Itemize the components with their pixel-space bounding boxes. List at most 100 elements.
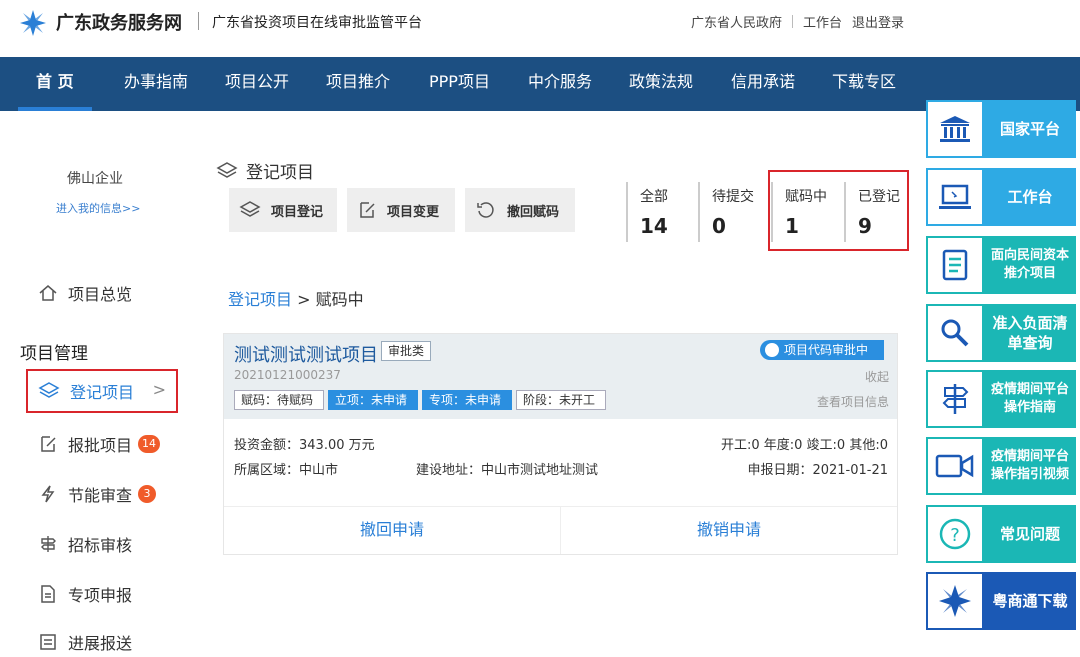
document-list-icon: [942, 249, 968, 281]
nav-project-promotion[interactable]: 项目推介: [326, 57, 390, 111]
card-actions: 撤回申请 撤销申请: [224, 506, 897, 554]
panel-epidemic-guide[interactable]: 疫情期间平台操作指南: [926, 370, 1076, 428]
app-logo-icon: [939, 585, 971, 617]
stat-label: 待提交: [712, 189, 754, 205]
list-icon: [40, 634, 56, 650]
construction-counts: 开工:0 年度:0 竣工:0 其他:0: [720, 438, 888, 453]
panel-label: 疫情期间平台操作指南: [990, 382, 1069, 415]
link-provincial-government[interactable]: 广东省人民政府: [691, 12, 782, 31]
count-badge: 14: [138, 435, 161, 453]
nav-policy[interactable]: 政策法规: [629, 57, 693, 111]
sidebar-item-progress[interactable]: 进展报送: [38, 627, 132, 657]
nav-guide[interactable]: 办事指南: [124, 57, 188, 111]
my-info-link[interactable]: 进入我的信息>>: [56, 200, 140, 216]
panel-negative-list[interactable]: 准入负面清单查询: [926, 304, 1076, 362]
chevron-right-icon: >: [152, 380, 166, 399]
count-badge: 3: [138, 485, 157, 503]
home-icon: [39, 285, 57, 301]
view-project-info-link[interactable]: 查看项目信息: [817, 393, 889, 410]
report-date: 申报日期：2021-01-21: [747, 463, 888, 478]
sidebar-item-bidding[interactable]: 招标审核: [38, 529, 132, 559]
nav-intermediary[interactable]: 中介服务: [528, 57, 592, 111]
brand-divider: [198, 12, 199, 30]
chip-coding: 赋码：待赋码: [234, 390, 325, 410]
withdraw-code-button[interactable]: 撤回赋码: [465, 188, 575, 232]
project-name[interactable]: 测试测试测试项目: [234, 341, 378, 367]
sidebar-item-label: 登记项目: [70, 383, 135, 402]
stat-value: 0: [712, 214, 726, 238]
investment-amount: 投资金额：343.00 万元: [234, 438, 375, 453]
breadcrumb-link[interactable]: 登记项目: [228, 290, 292, 309]
question-icon: ?: [939, 518, 971, 550]
link-logout[interactable]: 退出登录: [852, 12, 904, 31]
panel-private-capital[interactable]: 面向民间资本推介项目: [926, 236, 1076, 294]
register-project-button[interactable]: 项目登记: [229, 188, 337, 232]
category-tag: 审批类: [381, 341, 432, 361]
nav-project-public[interactable]: 项目公开: [225, 57, 289, 111]
stat-pending[interactable]: 待提交 0: [698, 182, 768, 242]
sidebar-item-label: 招标审核: [68, 536, 133, 555]
panel-app-download[interactable]: 粤商通下载: [926, 572, 1076, 630]
main-nav: 首 页 办事指南 项目公开 项目推介 PPP项目 中介服务 政策法规 信用承诺 …: [0, 57, 1080, 111]
chip-special: 专项：未申请: [422, 390, 513, 410]
breadcrumb-current: > 赋码中: [292, 290, 364, 309]
sidebar-item-register[interactable]: 登记项目 >: [26, 369, 178, 413]
chip-stage: 阶段：未开工: [516, 390, 607, 410]
laptop-icon: [939, 184, 971, 209]
sidebar-item-special[interactable]: 专项申报: [38, 579, 132, 609]
page-title: 登记项目: [216, 158, 314, 183]
button-label: 项目登记: [271, 204, 324, 220]
platform-title: 广东省投资项目在线审批监管平台: [212, 15, 422, 31]
project-region: 所属区域：中山市: [234, 463, 339, 478]
withdraw-application-button[interactable]: 撤回申请: [224, 507, 560, 554]
sidebar-item-label: 项目总览: [68, 285, 133, 304]
status-chips: 赋码：待赋码 立项：未申请 专项：未申请 阶段：未开工: [234, 390, 607, 410]
page-title-text: 登记项目: [246, 163, 314, 183]
government-building-icon: [940, 116, 970, 142]
video-camera-icon: [935, 454, 974, 478]
brand-title[interactable]: 广东政务服务网: [56, 9, 182, 35]
layers-icon: [216, 161, 238, 178]
top-links: 广东省人民政府 工作台 退出登录: [691, 12, 904, 31]
panel-workbench[interactable]: 工作台: [926, 168, 1076, 226]
panel-label: 国家平台: [999, 120, 1060, 138]
panel-national-platform[interactable]: 国家平台: [926, 100, 1076, 158]
panel-label: 工作台: [1007, 188, 1053, 206]
sidebar-item-label: 进展报送: [68, 634, 133, 653]
button-label: 撤回赋码: [507, 204, 560, 220]
svg-text:?: ?: [950, 525, 960, 546]
link-divider: [791, 15, 793, 28]
project-code: 20210121000237: [234, 368, 341, 382]
nav-download[interactable]: 下载专区: [832, 57, 896, 111]
nav-credit[interactable]: 信用承诺: [731, 57, 795, 111]
nav-ppp[interactable]: PPP项目: [429, 57, 490, 111]
cancel-application-button[interactable]: 撤销申请: [560, 507, 897, 554]
link-workbench[interactable]: 工作台: [803, 12, 842, 31]
sidebar-item-approval[interactable]: 报批项目 14: [38, 429, 161, 459]
project-address: 建设地址：中山市测试地址测试: [416, 463, 599, 478]
search-icon: [941, 319, 969, 347]
undo-icon: [477, 202, 494, 218]
panel-label: 疫情期间平台操作指引视频: [990, 449, 1069, 482]
panel-epidemic-video[interactable]: 疫情期间平台操作指引视频: [926, 437, 1076, 495]
chip-approval: 立项：未申请: [328, 390, 419, 410]
panel-label: 粤商通下载: [992, 592, 1068, 610]
sidebar-item-label: 专项申报: [68, 586, 133, 605]
edit-icon: [360, 202, 375, 218]
panel-label: 面向民间资本推介项目: [990, 248, 1069, 281]
nav-home[interactable]: 首 页: [18, 57, 92, 111]
stat-all[interactable]: 全部 14: [626, 182, 696, 242]
stat-label: 全部: [640, 189, 668, 205]
signpost-icon: [942, 384, 969, 414]
collapse-link[interactable]: 收起: [865, 368, 889, 385]
change-project-button[interactable]: 项目变更: [347, 188, 455, 232]
panel-faq[interactable]: ? 常见问题: [926, 505, 1076, 563]
sidebar-item-label: 报批项目: [68, 436, 133, 455]
file-icon: [41, 585, 55, 603]
panel-label: 准入负面清单查询: [992, 314, 1068, 352]
project-card-header: 测试测试测试项目 审批类 项目代码审批中 20210121000237 收起 赋…: [224, 334, 897, 419]
sidebar-item-energy[interactable]: 节能审查 3: [38, 479, 157, 509]
sidebar-item-overview[interactable]: 项目总览: [38, 278, 132, 308]
edit-icon: [41, 436, 56, 452]
layers-icon: [239, 201, 261, 217]
